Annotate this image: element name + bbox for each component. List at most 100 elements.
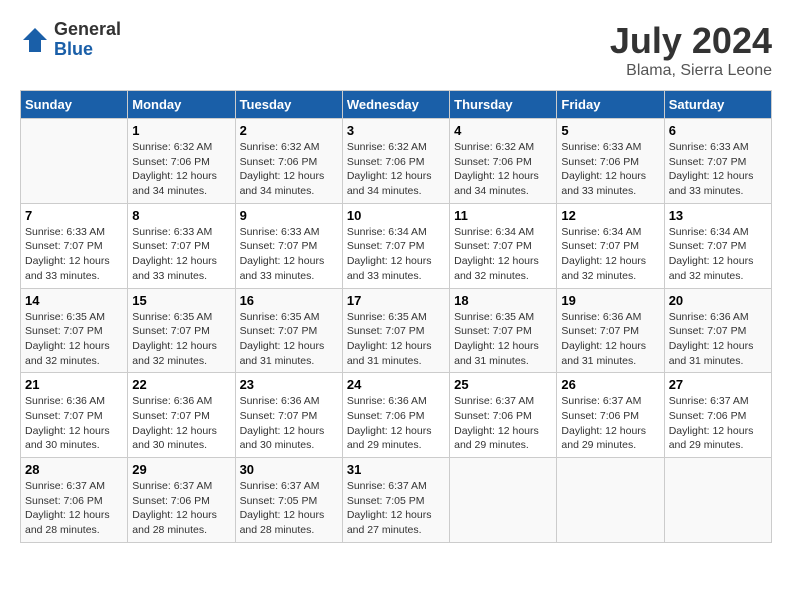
calendar-cell: 9 Sunrise: 6:33 AMSunset: 7:07 PMDaylight… [235, 203, 342, 288]
calendar-cell [557, 458, 664, 543]
day-number: 18 [454, 293, 552, 308]
calendar-cell [450, 458, 557, 543]
day-info: Sunrise: 6:32 AMSunset: 7:06 PMDaylight:… [132, 140, 230, 199]
day-info: Sunrise: 6:37 AMSunset: 7:06 PMDaylight:… [454, 394, 552, 453]
day-info: Sunrise: 6:32 AMSunset: 7:06 PMDaylight:… [240, 140, 338, 199]
day-number: 16 [240, 293, 338, 308]
calendar-week-row: 21 Sunrise: 6:36 AMSunset: 7:07 PMDayligh… [21, 373, 772, 458]
calendar-cell [664, 458, 771, 543]
day-info: Sunrise: 6:36 AMSunset: 7:07 PMDaylight:… [669, 310, 767, 369]
day-info: Sunrise: 6:36 AMSunset: 7:07 PMDaylight:… [132, 394, 230, 453]
day-info: Sunrise: 6:37 AMSunset: 7:06 PMDaylight:… [132, 479, 230, 538]
calendar-cell: 31 Sunrise: 6:37 AMSunset: 7:05 PMDayligh… [342, 458, 449, 543]
day-number: 13 [669, 208, 767, 223]
calendar-cell: 24 Sunrise: 6:36 AMSunset: 7:06 PMDayligh… [342, 373, 449, 458]
calendar-cell: 28 Sunrise: 6:37 AMSunset: 7:06 PMDayligh… [21, 458, 128, 543]
day-number: 28 [25, 462, 123, 477]
day-number: 21 [25, 377, 123, 392]
location: Blama, Sierra Leone [610, 62, 772, 80]
day-number: 15 [132, 293, 230, 308]
day-info: Sunrise: 6:35 AMSunset: 7:07 PMDaylight:… [240, 310, 338, 369]
calendar-cell: 13 Sunrise: 6:34 AMSunset: 7:07 PMDayligh… [664, 203, 771, 288]
day-number: 1 [132, 123, 230, 138]
page-header: General Blue July 2024 Blama, Sierra Leo… [20, 20, 772, 80]
day-info: Sunrise: 6:36 AMSunset: 7:06 PMDaylight:… [347, 394, 445, 453]
day-info: Sunrise: 6:35 AMSunset: 7:07 PMDaylight:… [132, 310, 230, 369]
day-number: 2 [240, 123, 338, 138]
logo-blue: Blue [54, 40, 121, 60]
day-info: Sunrise: 6:34 AMSunset: 7:07 PMDaylight:… [347, 225, 445, 284]
day-number: 19 [561, 293, 659, 308]
day-header-friday: Friday [557, 91, 664, 119]
calendar-cell: 1 Sunrise: 6:32 AMSunset: 7:06 PMDaylight… [128, 119, 235, 204]
day-info: Sunrise: 6:32 AMSunset: 7:06 PMDaylight:… [347, 140, 445, 199]
day-info: Sunrise: 6:33 AMSunset: 7:07 PMDaylight:… [25, 225, 123, 284]
day-number: 8 [132, 208, 230, 223]
calendar-cell: 12Sunrise: 6:34 AMSunset: 7:07 PMDayligh… [557, 203, 664, 288]
calendar-cell: 17Sunrise: 6:35 AMSunset: 7:07 PMDayligh… [342, 288, 449, 373]
logo-icon [20, 25, 50, 55]
day-info: Sunrise: 6:37 AMSunset: 7:05 PMDaylight:… [240, 479, 338, 538]
day-header-wednesday: Wednesday [342, 91, 449, 119]
day-info: Sunrise: 6:37 AMSunset: 7:06 PMDaylight:… [25, 479, 123, 538]
day-header-saturday: Saturday [664, 91, 771, 119]
calendar-cell: 29 Sunrise: 6:37 AMSunset: 7:06 PMDayligh… [128, 458, 235, 543]
day-number: 14 [25, 293, 123, 308]
logo-text: General Blue [54, 20, 121, 60]
day-number: 4 [454, 123, 552, 138]
day-info: Sunrise: 6:33 AMSunset: 7:07 PMDaylight:… [240, 225, 338, 284]
day-info: Sunrise: 6:36 AMSunset: 7:07 PMDaylight:… [25, 394, 123, 453]
logo: General Blue [20, 20, 121, 60]
day-number: 29 [132, 462, 230, 477]
day-number: 9 [240, 208, 338, 223]
day-number: 5 [561, 123, 659, 138]
month-year: July 2024 [610, 20, 772, 62]
calendar-cell: 23Sunrise: 6:36 AMSunset: 7:07 PMDayligh… [235, 373, 342, 458]
calendar-cell: 4 Sunrise: 6:32 AMSunset: 7:06 PMDaylight… [450, 119, 557, 204]
day-info: Sunrise: 6:34 AMSunset: 7:07 PMDaylight:… [561, 225, 659, 284]
day-info: Sunrise: 6:33 AMSunset: 7:06 PMDaylight:… [561, 140, 659, 199]
logo-general: General [54, 20, 121, 40]
day-number: 27 [669, 377, 767, 392]
calendar-week-row: 1 Sunrise: 6:32 AMSunset: 7:06 PMDaylight… [21, 119, 772, 204]
calendar-cell [21, 119, 128, 204]
day-header-tuesday: Tuesday [235, 91, 342, 119]
day-info: Sunrise: 6:35 AMSunset: 7:07 PMDaylight:… [454, 310, 552, 369]
calendar-cell: 27Sunrise: 6:37 AMSunset: 7:06 PMDayligh… [664, 373, 771, 458]
calendar-week-row: 28 Sunrise: 6:37 AMSunset: 7:06 PMDayligh… [21, 458, 772, 543]
day-info: Sunrise: 6:37 AMSunset: 7:05 PMDaylight:… [347, 479, 445, 538]
day-header-sunday: Sunday [21, 91, 128, 119]
calendar-cell: 11Sunrise: 6:34 AMSunset: 7:07 PMDayligh… [450, 203, 557, 288]
calendar-cell: 2 Sunrise: 6:32 AMSunset: 7:06 PMDaylight… [235, 119, 342, 204]
day-number: 23 [240, 377, 338, 392]
day-info: Sunrise: 6:37 AMSunset: 7:06 PMDaylight:… [561, 394, 659, 453]
calendar-cell: 6Sunrise: 6:33 AMSunset: 7:07 PMDaylight… [664, 119, 771, 204]
calendar-cell: 7Sunrise: 6:33 AMSunset: 7:07 PMDaylight… [21, 203, 128, 288]
calendar-cell: 14 Sunrise: 6:35 AMSunset: 7:07 PMDayligh… [21, 288, 128, 373]
calendar-cell: 21 Sunrise: 6:36 AMSunset: 7:07 PMDayligh… [21, 373, 128, 458]
calendar-table: SundayMondayTuesdayWednesdayThursdayFrid… [20, 90, 772, 543]
calendar-cell: 30Sunrise: 6:37 AMSunset: 7:05 PMDayligh… [235, 458, 342, 543]
day-info: Sunrise: 6:36 AMSunset: 7:07 PMDaylight:… [561, 310, 659, 369]
calendar-cell: 26Sunrise: 6:37 AMSunset: 7:06 PMDayligh… [557, 373, 664, 458]
calendar-cell: 3 Sunrise: 6:32 AMSunset: 7:06 PMDaylight… [342, 119, 449, 204]
day-number: 31 [347, 462, 445, 477]
day-number: 3 [347, 123, 445, 138]
day-info: Sunrise: 6:33 AMSunset: 7:07 PMDaylight:… [669, 140, 767, 199]
calendar-cell: 5 Sunrise: 6:33 AMSunset: 7:06 PMDaylight… [557, 119, 664, 204]
title-block: July 2024 Blama, Sierra Leone [610, 20, 772, 80]
day-number: 25 [454, 377, 552, 392]
calendar-cell: 15 Sunrise: 6:35 AMSunset: 7:07 PMDayligh… [128, 288, 235, 373]
calendar-cell: 20 Sunrise: 6:36 AMSunset: 7:07 PMDayligh… [664, 288, 771, 373]
day-info: Sunrise: 6:35 AMSunset: 7:07 PMDaylight:… [25, 310, 123, 369]
calendar-cell: 10Sunrise: 6:34 AMSunset: 7:07 PMDayligh… [342, 203, 449, 288]
calendar-cell: 19 Sunrise: 6:36 AMSunset: 7:07 PMDayligh… [557, 288, 664, 373]
calendar-header-row: SundayMondayTuesdayWednesdayThursdayFrid… [21, 91, 772, 119]
day-info: Sunrise: 6:32 AMSunset: 7:06 PMDaylight:… [454, 140, 552, 199]
day-number: 20 [669, 293, 767, 308]
day-info: Sunrise: 6:34 AMSunset: 7:07 PMDaylight:… [669, 225, 767, 284]
calendar-cell: 8Sunrise: 6:33 AMSunset: 7:07 PMDaylight… [128, 203, 235, 288]
calendar-cell: 16 Sunrise: 6:35 AMSunset: 7:07 PMDayligh… [235, 288, 342, 373]
day-number: 24 [347, 377, 445, 392]
calendar-cell: 25 Sunrise: 6:37 AMSunset: 7:06 PMDayligh… [450, 373, 557, 458]
